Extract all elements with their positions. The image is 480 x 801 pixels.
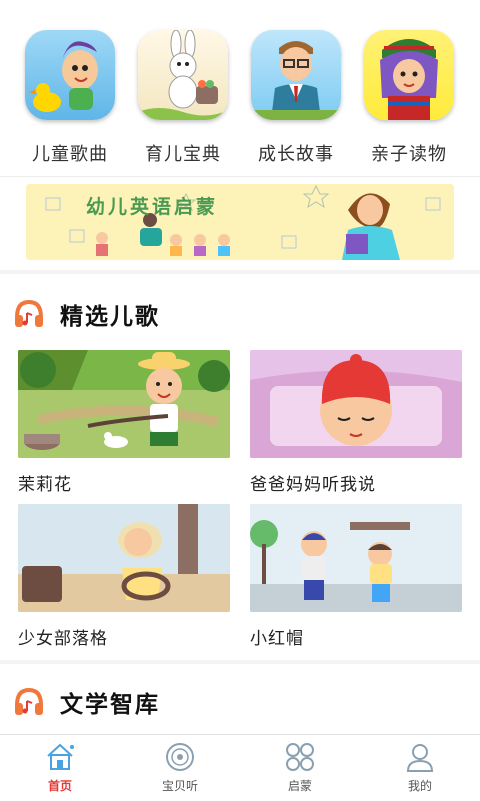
- tab-label: 我的: [407, 779, 432, 793]
- tab-mine[interactable]: 我的: [360, 735, 480, 801]
- song-thumbnail: [250, 504, 462, 612]
- category-children-songs[interactable]: 儿童歌曲: [20, 30, 120, 166]
- category-parenting[interactable]: 育儿宝典: [133, 30, 233, 166]
- rabbit-icon: [138, 30, 228, 120]
- category-parent-child-reading[interactable]: 亲子读物: [359, 30, 459, 166]
- grid-icon: [286, 743, 314, 771]
- song-card[interactable]: 爸爸妈妈听我说: [250, 350, 462, 495]
- section-title: 精选儿歌: [60, 304, 160, 330]
- category-label: 亲子读物: [371, 144, 447, 165]
- category-growth-stories[interactable]: 成长故事: [246, 30, 346, 166]
- headphones-icon: [15, 299, 43, 327]
- song-thumbnail: [250, 350, 462, 458]
- song-title: 爸爸妈妈听我说: [250, 475, 376, 495]
- song-thumbnail: [18, 350, 230, 458]
- section-separator: [0, 270, 480, 274]
- headphones-icon: [15, 687, 43, 715]
- song-thumbnail: [18, 504, 230, 612]
- section-header-literature: 文学智库: [12, 684, 160, 720]
- song-card[interactable]: 茉莉花: [18, 350, 230, 495]
- tab-baby-listen[interactable]: 宝贝听: [120, 735, 240, 801]
- tab-label: 首页: [47, 779, 72, 793]
- section-separator: [0, 660, 480, 664]
- banner-title: 幼儿英语启蒙: [86, 196, 219, 218]
- song-title: 茉莉花: [18, 475, 72, 495]
- user-icon: [406, 744, 434, 772]
- song-card[interactable]: 少女部落格: [18, 504, 230, 649]
- english-enlightenment-banner[interactable]: 幼儿英语启蒙: [26, 184, 454, 260]
- song-card[interactable]: 小红帽: [250, 504, 462, 649]
- bottom-tab-bar: 首页 宝贝听 启蒙 我的: [0, 734, 480, 801]
- teacher-icon: [251, 30, 341, 120]
- song-title: 小红帽: [250, 629, 304, 649]
- disc-icon: [166, 743, 194, 771]
- section-header-songs: 精选儿歌: [12, 296, 160, 332]
- category-row: 儿童歌曲 育儿宝典 成长故事 亲子读物: [0, 0, 480, 176]
- section-title: 文学智库: [60, 692, 160, 718]
- tab-label: 启蒙: [287, 779, 312, 793]
- duck-boy-icon: [25, 30, 115, 120]
- girl-icon: [364, 30, 454, 120]
- category-label: 成长故事: [258, 144, 334, 165]
- home-icon: [47, 743, 74, 770]
- tab-enlightenment[interactable]: 启蒙: [240, 735, 360, 801]
- category-label: 育儿宝典: [145, 144, 221, 165]
- divider: [0, 176, 480, 177]
- tab-label: 宝贝听: [161, 779, 198, 793]
- category-label: 儿童歌曲: [32, 144, 108, 165]
- tab-home[interactable]: 首页: [0, 735, 120, 801]
- song-title: 少女部落格: [18, 629, 108, 649]
